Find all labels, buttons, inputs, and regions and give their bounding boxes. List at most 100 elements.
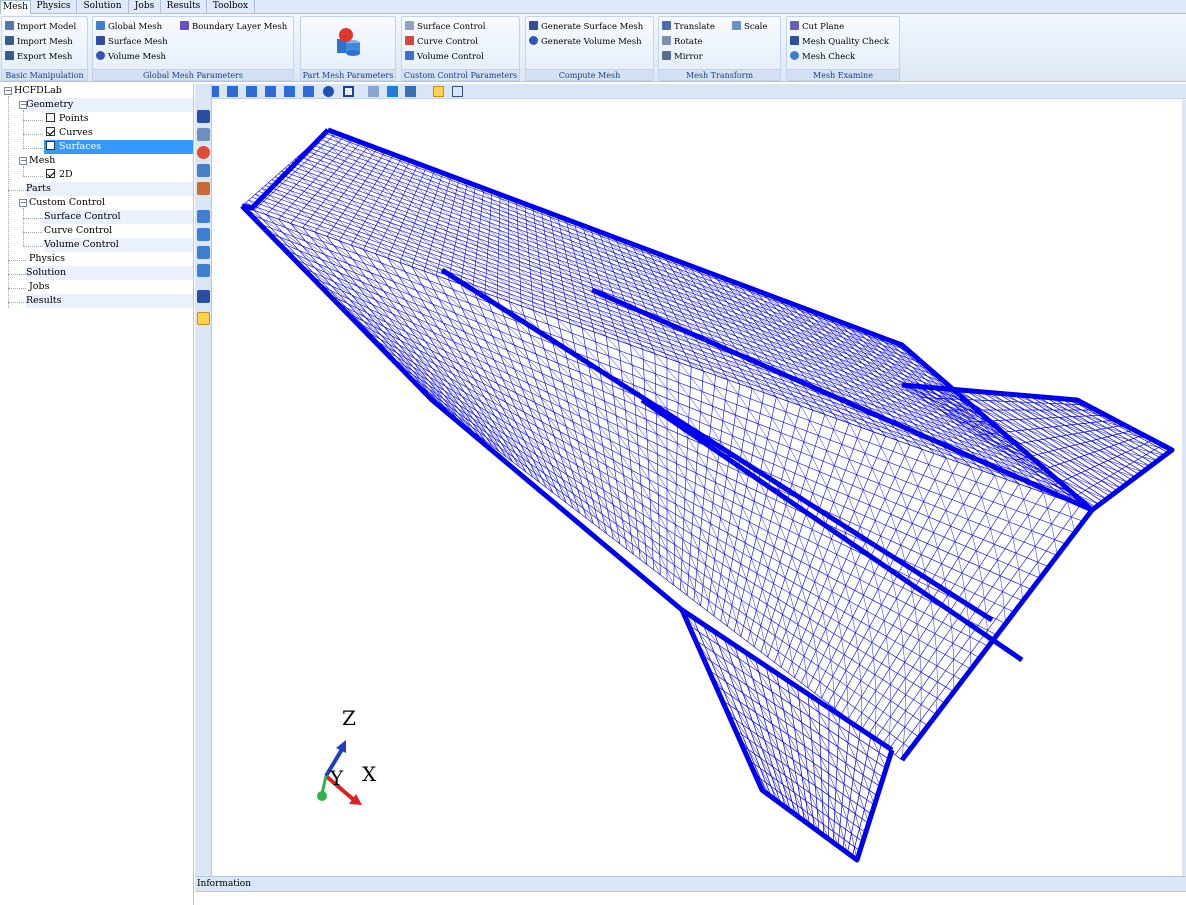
generate-surface-mesh-button[interactable]: Generate Surface Mesh xyxy=(529,20,643,34)
fuselage-upper-mesh xyxy=(621,317,648,336)
shaded-icon[interactable] xyxy=(387,86,398,97)
mesh-quality-check-icon xyxy=(790,36,799,45)
view-right-icon[interactable] xyxy=(284,86,295,97)
fuselage-lower-mesh xyxy=(336,302,998,636)
group-basic-manipulation: Import Model Import Mesh Export Mesh Bas… xyxy=(1,16,88,81)
import-mesh-button[interactable]: Import Mesh xyxy=(5,35,73,49)
collapse-icon[interactable]: − xyxy=(4,87,12,95)
fuselage-upper-mesh xyxy=(525,211,544,227)
mesh-quality-check-button[interactable]: Mesh Quality Check xyxy=(790,35,889,49)
tree-root[interactable]: HCFDLab xyxy=(14,84,62,98)
view-front-icon[interactable] xyxy=(227,86,238,97)
volume-control-button[interactable]: Volume Control xyxy=(405,50,484,64)
pick-volume-icon[interactable] xyxy=(197,264,210,277)
fuselage-upper-mesh xyxy=(314,141,932,371)
export-mesh-button[interactable]: Export Mesh xyxy=(5,50,72,64)
view-bottom-icon[interactable] xyxy=(323,86,334,97)
surface-control-button[interactable]: Surface Control xyxy=(405,20,485,34)
fuselage-lower-mesh xyxy=(468,302,500,332)
grid-icon[interactable] xyxy=(452,86,463,97)
view-top-icon[interactable] xyxy=(303,86,314,97)
collapse-icon[interactable]: − xyxy=(19,157,27,165)
fuselage-lower-mesh xyxy=(1034,546,1041,579)
curve-control-button[interactable]: Curve Control xyxy=(405,35,478,49)
surface-mesh-button[interactable]: Surface Mesh xyxy=(96,35,168,49)
tree-item-results[interactable]: Results xyxy=(26,294,193,308)
tree-item-parts[interactable]: Parts xyxy=(26,182,193,196)
tree-item-surface-control[interactable]: Surface Control xyxy=(44,210,193,224)
fuselage-upper-mesh xyxy=(405,215,424,231)
axes-toggle-icon[interactable] xyxy=(433,86,444,97)
volume-mesh-button[interactable]: Volume Mesh xyxy=(96,50,166,64)
fuselage-upper-mesh xyxy=(272,208,291,224)
points-checkbox[interactable] xyxy=(46,113,55,122)
solid-icon[interactable] xyxy=(405,86,416,97)
fuselage-lower-mesh xyxy=(715,482,732,513)
view-back-icon[interactable] xyxy=(246,86,257,97)
tree-item-mesh[interactable]: Mesh xyxy=(29,154,55,168)
global-mesh-button[interactable]: Global Mesh xyxy=(96,20,162,34)
tab-jobs[interactable]: Jobs xyxy=(129,0,161,14)
tab-solution[interactable]: Solution xyxy=(77,0,129,14)
tab-results[interactable]: Results xyxy=(161,0,207,14)
import-model-button[interactable]: Import Model xyxy=(5,20,76,34)
tree-item-curves[interactable]: Curves xyxy=(46,126,93,140)
mesh-2d-checkbox[interactable] xyxy=(46,169,55,178)
surfaces-checkbox[interactable] xyxy=(46,141,55,150)
measure-icon[interactable] xyxy=(197,182,210,195)
tab-toolbox[interactable]: Toolbox xyxy=(207,0,255,14)
tree-item-geometry[interactable]: Geometry xyxy=(26,98,193,112)
scale-button[interactable]: Scale xyxy=(732,20,767,34)
select-cursor-icon[interactable] xyxy=(197,110,210,123)
tree-item-physics[interactable]: Physics xyxy=(29,252,65,266)
scale-icon xyxy=(732,21,741,30)
tab-physics[interactable]: Physics xyxy=(31,0,77,14)
box-select-icon[interactable] xyxy=(197,290,210,303)
zoom-window-icon[interactable] xyxy=(197,128,210,141)
tree-item-jobs[interactable]: Jobs xyxy=(29,280,49,294)
group-part-mesh-parameters[interactable]: Part Mesh Parameters xyxy=(300,16,396,81)
fuselage-upper-mesh xyxy=(343,193,361,208)
collapse-icon[interactable]: − xyxy=(19,101,27,109)
tree-item-mesh-2d[interactable]: 2D xyxy=(46,168,73,182)
fuselage-lower-mesh xyxy=(587,503,607,534)
curves-checkbox[interactable] xyxy=(46,127,55,136)
y-axis-label: Y xyxy=(330,766,344,790)
mirror-button[interactable]: Mirror xyxy=(662,50,703,64)
fuselage-upper-mesh xyxy=(261,188,1049,473)
tree-item-volume-control[interactable]: Volume Control xyxy=(44,238,193,252)
fuselage-lower-mesh xyxy=(485,340,515,370)
mesh-check-button[interactable]: Mesh Check xyxy=(790,50,855,64)
tree-item-custom-control[interactable]: Custom Control xyxy=(29,196,105,210)
fuselage-upper-mesh xyxy=(471,207,490,223)
fuselage-lower-mesh xyxy=(782,614,790,647)
tab-mesh[interactable]: Mesh xyxy=(0,0,31,14)
fuselage-lower-mesh xyxy=(744,542,758,574)
rotate-button[interactable]: Rotate xyxy=(662,35,702,49)
3d-viewport[interactable]: Z Y X xyxy=(212,100,1182,876)
fuselage-upper-mesh xyxy=(367,161,382,175)
boundary-layer-mesh-button[interactable]: Boundary Layer Mesh xyxy=(180,20,287,34)
cut-plane-button[interactable]: Cut Plane xyxy=(790,20,844,34)
tree-item-solution[interactable]: Solution xyxy=(26,266,193,280)
fuselage-lower-mesh xyxy=(773,510,787,542)
pick-curve-icon[interactable] xyxy=(197,228,210,241)
pick-point-icon[interactable] xyxy=(197,210,210,223)
pick-surface-icon[interactable] xyxy=(197,246,210,259)
highlight-icon[interactable] xyxy=(197,312,210,325)
fuselage-lower-mesh xyxy=(722,420,742,451)
tree-item-curve-control[interactable]: Curve Control xyxy=(44,224,112,238)
fuselage-lower-mesh xyxy=(717,595,728,627)
generate-volume-mesh-button[interactable]: Generate Volume Mesh xyxy=(529,35,642,49)
view-fit-icon[interactable] xyxy=(343,86,354,97)
translate-button[interactable]: Translate xyxy=(662,20,715,34)
fuselage-upper-mesh xyxy=(624,326,652,345)
fuselage-lower-mesh xyxy=(1043,492,1052,524)
collapse-icon[interactable]: − xyxy=(19,199,27,207)
pan-icon[interactable] xyxy=(197,164,210,177)
rotate-view-icon[interactable] xyxy=(197,146,210,159)
view-left-icon[interactable] xyxy=(265,86,276,97)
tree-item-points[interactable]: Points xyxy=(46,112,89,126)
tree-item-surfaces[interactable]: Surfaces xyxy=(44,140,193,154)
wireframe-icon[interactable] xyxy=(368,86,379,97)
